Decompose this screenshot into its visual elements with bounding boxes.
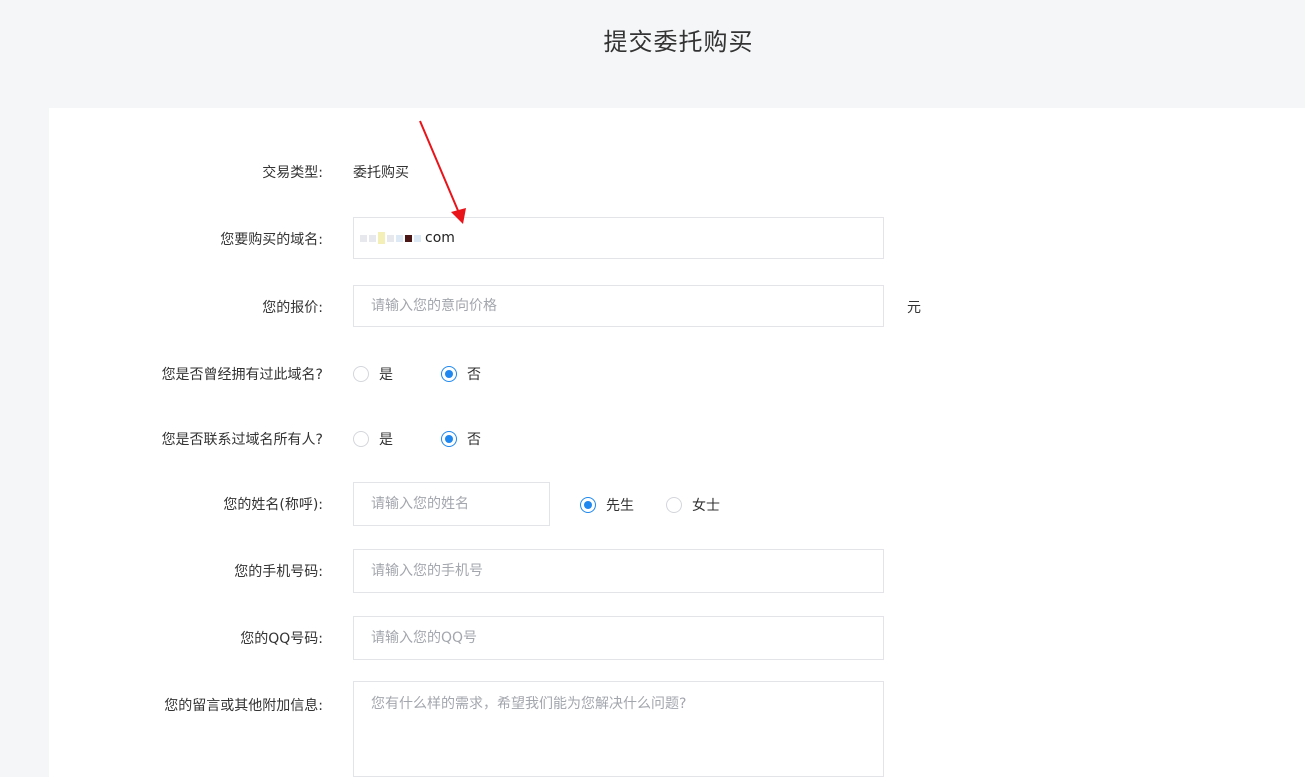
radio-circle: [441, 431, 457, 447]
owned-before-yes-radio[interactable]: 是: [353, 364, 393, 384]
radio-circle: [441, 366, 457, 382]
radio-circle: [580, 497, 596, 513]
name-label: 您的姓名(称呼):: [223, 497, 323, 513]
owned-before-no-radio[interactable]: 否: [441, 364, 481, 384]
blurred-domain-prefix: [360, 232, 421, 244]
contacted-owner-label: 您是否联系过域名所有人?: [161, 432, 323, 448]
contacted-owner-no-radio[interactable]: 否: [441, 429, 481, 449]
qq-label: 您的QQ号码:: [240, 631, 323, 647]
price-input[interactable]: [353, 285, 884, 327]
salutation-ms-radio[interactable]: 女士: [666, 495, 720, 515]
form-card: 交易类型: 委托购买 您要购买的域名: com 您的报价: 元 您是否曾经拥有过…: [49, 108, 1305, 777]
qq-input[interactable]: [353, 616, 884, 660]
radio-circle: [666, 497, 682, 513]
name-input[interactable]: [353, 482, 550, 526]
radio-circle: [353, 431, 369, 447]
price-label: 您的报价:: [262, 300, 323, 316]
domain-label: 您要购买的域名:: [220, 232, 323, 248]
owned-before-label: 您是否曾经拥有过此域名?: [161, 367, 323, 383]
page-title: 提交委托购买: [603, 28, 754, 56]
salutation-mr-radio[interactable]: 先生: [580, 495, 634, 515]
price-unit: 元: [907, 300, 921, 316]
domain-input[interactable]: com: [353, 217, 884, 259]
message-textarea[interactable]: [353, 681, 884, 777]
trade-type-value: 委托购买: [353, 165, 409, 181]
contacted-owner-yes-radio[interactable]: 是: [353, 429, 393, 449]
domain-suffix: com: [425, 230, 455, 246]
phone-label: 您的手机号码:: [234, 564, 323, 580]
radio-circle: [353, 366, 369, 382]
message-label: 您的留言或其他附加信息:: [164, 698, 323, 714]
trade-type-label: 交易类型:: [262, 165, 323, 181]
phone-input[interactable]: [353, 549, 884, 593]
